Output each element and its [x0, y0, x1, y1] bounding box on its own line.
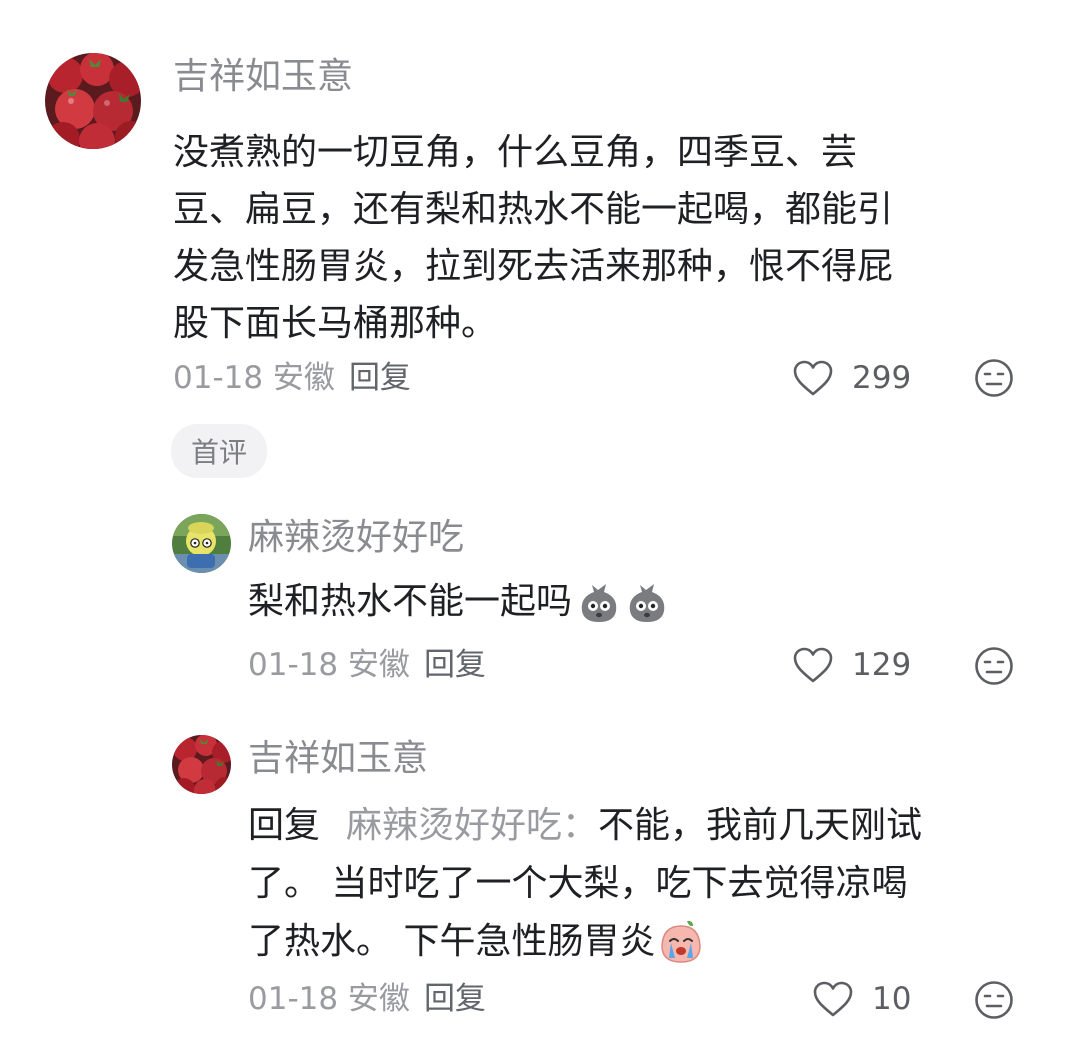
- comment-date-location: 01-18 安徽: [173, 360, 335, 396]
- mention-link[interactable]: 麻辣烫好好吃：: [346, 805, 598, 846]
- reply-prefix: 回复: [248, 805, 321, 846]
- reply-line: 了热水。 下午急性肠胃炎: [248, 913, 1048, 971]
- commenter-reply-username[interactable]: 吉祥如玉意: [248, 737, 428, 781]
- avatar-commenter[interactable]: [45, 53, 141, 149]
- comment-line: 没煮熟的一切豆角，什么豆角，四季豆、芸: [173, 132, 858, 173]
- like-button[interactable]: 129: [792, 643, 911, 687]
- first-comment-badge: 首评: [171, 424, 267, 478]
- commenter-username[interactable]: 吉祥如玉意: [173, 55, 353, 99]
- heart-outline-icon[interactable]: [792, 359, 834, 397]
- meh-face-icon[interactable]: [974, 646, 1014, 686]
- sack-face-emoji: [576, 579, 622, 625]
- reply-button[interactable]: 回复: [424, 647, 486, 683]
- reply-body: 梨和热水不能一起吗: [248, 575, 670, 629]
- comment-line: 豆、扁豆，还有梨和热水不能一起喝，都能引: [173, 189, 894, 230]
- crying-peach-emoji: [657, 918, 705, 966]
- like-count: 299: [852, 360, 912, 396]
- reply-line: 回复 麻辣烫好好吃：不能，我前几天刚试: [248, 797, 1048, 855]
- sack-face-emoji: [624, 579, 670, 625]
- reply-line-text: 不能，我前几天刚试: [598, 805, 923, 846]
- meh-face-icon[interactable]: [974, 980, 1014, 1020]
- reply-date-location: 01-18 安徽: [248, 647, 410, 683]
- like-button[interactable]: 10: [812, 977, 911, 1021]
- comment-meta: 01-18 安徽 回复: [173, 358, 411, 398]
- comment-line: 股下面长马桶那种。: [173, 303, 498, 344]
- replier-username[interactable]: 麻辣烫好好吃: [248, 516, 464, 560]
- avatar-replier[interactable]: [172, 514, 231, 573]
- like-count: 10: [872, 981, 912, 1017]
- reply-line: 了。 当时吃了一个大梨，吃下去觉得凉喝: [248, 863, 908, 904]
- meh-face-icon[interactable]: [974, 358, 1014, 398]
- reply-meta: 01-18 安徽 回复: [248, 645, 486, 685]
- heart-outline-icon[interactable]: [812, 980, 854, 1018]
- like-count: 129: [852, 647, 912, 683]
- heart-outline-icon[interactable]: [792, 646, 834, 684]
- reply-button[interactable]: 回复: [424, 981, 486, 1017]
- like-button[interactable]: 299: [792, 356, 911, 400]
- comment-body: 没煮熟的一切豆角，什么豆角，四季豆、芸 豆、扁豆，还有梨和热水不能一起喝，都能引…: [173, 124, 1053, 352]
- reply-text: 梨和热水不能一起吗: [248, 581, 573, 622]
- comment-line: 发急性肠胃炎，拉到死去活来那种，恨不得屁: [173, 246, 894, 287]
- reply-body: 回复 麻辣烫好好吃：不能，我前几天刚试 了。 当时吃了一个大梨，吃下去觉得凉喝 了…: [248, 797, 1048, 971]
- reply-meta: 01-18 安徽 回复: [248, 979, 486, 1019]
- reply-date-location: 01-18 安徽: [248, 981, 410, 1017]
- avatar-commenter-reply[interactable]: [172, 735, 231, 794]
- reply-button[interactable]: 回复: [349, 360, 411, 396]
- reply-line-text: 了热水。 下午急性肠胃炎: [248, 921, 656, 962]
